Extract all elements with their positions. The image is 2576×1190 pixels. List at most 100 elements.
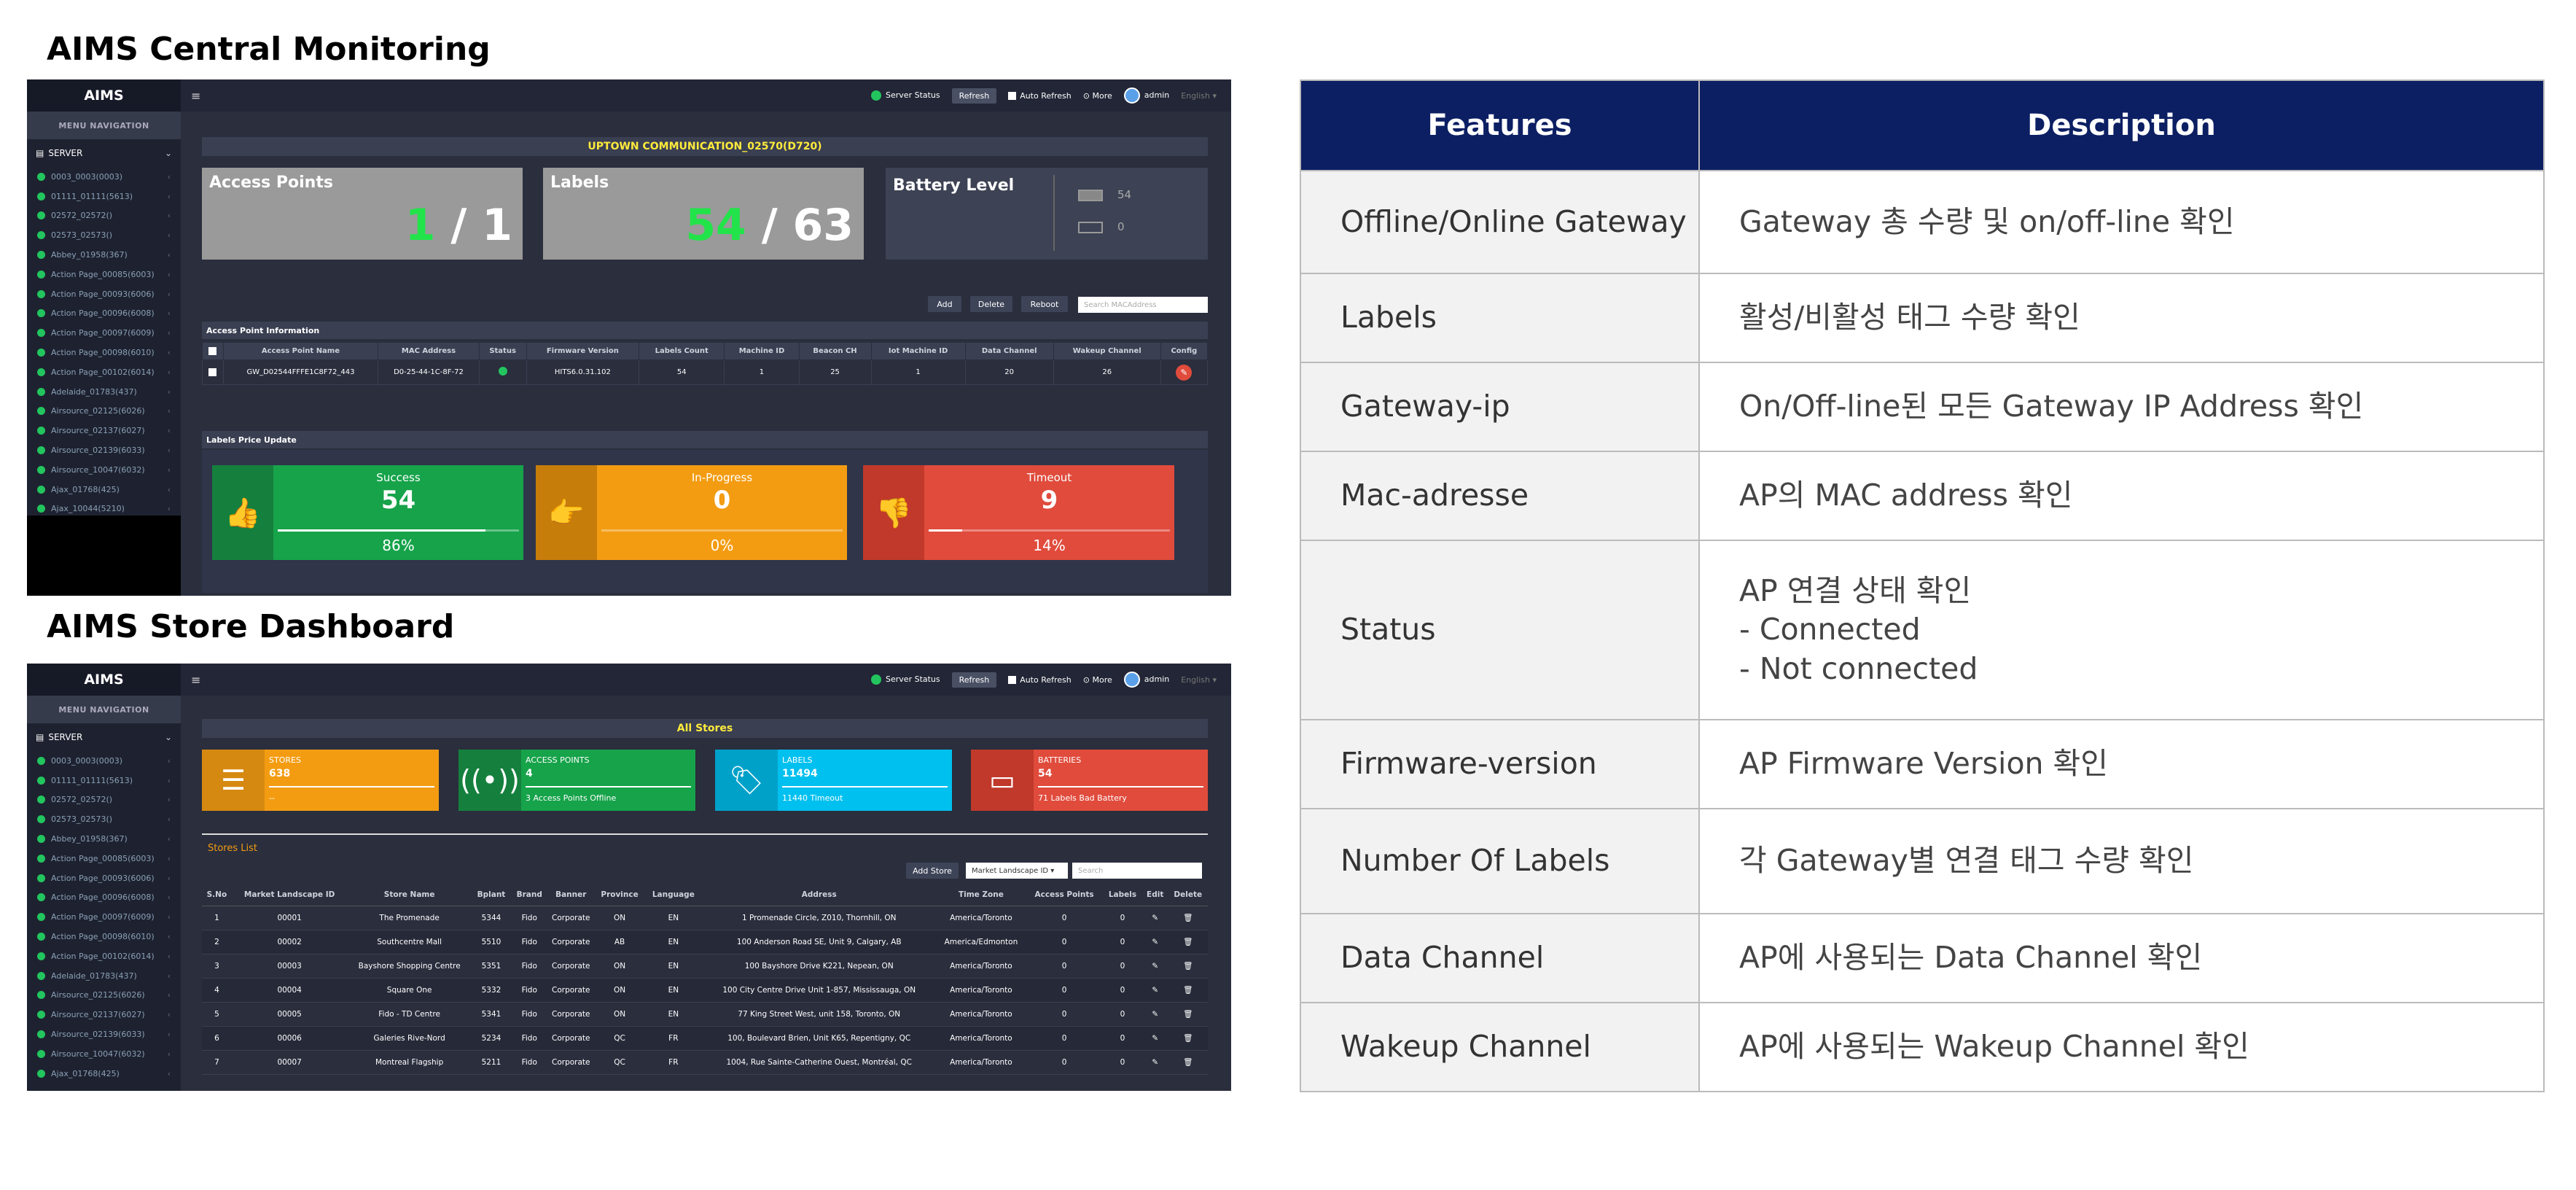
summary-card-stores[interactable]: ☰ STORES 638 -- (202, 750, 439, 811)
server-dropdown[interactable]: ▤ SERVER ⌄ (27, 723, 181, 751)
edit-icon[interactable]: ✎ (1152, 1010, 1158, 1019)
edit-icon[interactable]: ✎ (1152, 986, 1158, 995)
checkbox-icon[interactable] (1008, 676, 1017, 684)
table-row[interactable]: GW_D02544FFFE1C8F72_443 D0-25-44-1C-8F-72… (202, 359, 1209, 385)
sidebar-item[interactable]: Action Page_00098(6010) ‹ (27, 343, 181, 362)
trash-icon[interactable]: 🗑 (1183, 1034, 1193, 1043)
sidebar-item[interactable]: Airsource_02125(6026) ‹ (27, 402, 181, 421)
row-checkbox[interactable] (202, 359, 224, 385)
more-menu[interactable]: ⊙ More (1083, 675, 1112, 685)
store-search-input[interactable]: Search (1072, 863, 1202, 879)
reboot-button[interactable]: Reboot (1021, 296, 1068, 312)
edit-icon[interactable]: ✎ (1152, 962, 1158, 971)
sidebar-item[interactable]: 02572_02572() ‹ (27, 790, 181, 810)
sidebar-item[interactable]: Action Page_00085(6003) ‹ (27, 849, 181, 868)
trash-icon[interactable]: 🗑 (1183, 1010, 1193, 1019)
summary-card-batteries[interactable]: ▭ BATTERIES 54 71 Labels Bad Battery (971, 750, 1208, 811)
table-row[interactable]: 7 00007 Montreal Flagship 5211 Fido Corporate… (202, 1050, 1208, 1075)
server-dropdown[interactable]: ▤ SERVER ⌄ (27, 139, 181, 167)
sidebar-item[interactable]: Action Page_00102(6014) ‹ (27, 946, 181, 966)
add-button[interactable]: Add (928, 296, 961, 312)
app-logo[interactable]: AIMS (27, 79, 181, 112)
sidebar-item[interactable]: Airsource_02125(6026) ‹ (27, 986, 181, 1006)
table-cell: Fido (511, 1026, 548, 1051)
trash-icon[interactable]: 🗑 (1183, 962, 1193, 971)
labels-label: Labels (550, 174, 609, 192)
sidebar-item[interactable]: Ajax_01768(425) ‹ (27, 1064, 181, 1084)
features-table: Features Description Offline/Online Gate… (1300, 79, 2545, 1092)
sidebar-item[interactable]: 02573_02573() ‹ (27, 225, 181, 245)
app-logo[interactable]: AIMS (27, 664, 181, 696)
sidebar-item[interactable]: Abbey_01958(367) ‹ (27, 245, 181, 265)
auto-refresh-toggle[interactable]: Auto Refresh (1008, 675, 1072, 685)
topbar: ≡ Server Status Refresh Auto Refresh ⊙ M… (181, 664, 1231, 696)
auto-refresh-toggle[interactable]: Auto Refresh (1008, 91, 1072, 101)
table-row[interactable]: 2 00002 Southcentre Mall 5510 Fido Corporate A… (202, 930, 1208, 954)
table-row[interactable]: 4 00004 Square One 5332 Fido Corporate ON EN 100… (202, 978, 1208, 1003)
sidebar-item[interactable]: Airsource_10047(6032) ‹ (27, 460, 181, 480)
status-dot-icon (37, 211, 45, 220)
language-select[interactable]: English ▾ (1181, 91, 1217, 101)
add-store-button[interactable]: Add Store (906, 863, 959, 879)
mac-search-input[interactable]: Search MACAddress (1078, 297, 1208, 313)
edit-icon[interactable]: ✎ (1152, 938, 1158, 946)
table-row[interactable]: 5 00005 Fido - TD Centre 5341 Fido Corporate O… (202, 1002, 1208, 1027)
more-menu[interactable]: ⊙ More (1083, 91, 1112, 101)
trash-icon[interactable]: 🗑 (1183, 938, 1193, 946)
refresh-button[interactable]: Refresh (951, 672, 997, 688)
sidebar-item[interactable]: Action Page_00096(6008) ‹ (27, 888, 181, 908)
user-menu[interactable]: admin (1123, 672, 1169, 688)
sidebar-item[interactable]: Adelaide_01783(437) ‹ (27, 382, 181, 402)
sidebar-item[interactable]: Abbey_01958(367) ‹ (27, 829, 181, 849)
card-value: 54 (1038, 768, 1053, 779)
delete-button[interactable]: Delete (970, 296, 1012, 312)
sidebar-item[interactable]: Action Page_00097(6009) ‹ (27, 907, 181, 927)
sidebar-item[interactable]: 02572_02572() ‹ (27, 206, 181, 226)
sidebar-item[interactable]: Action Page_00098(6010) ‹ (27, 927, 181, 946)
sidebar-item[interactable]: 0003_0003(0003) ‹ (27, 751, 181, 771)
status-dot-icon (37, 505, 45, 513)
edit-icon[interactable]: ✎ (1152, 1058, 1158, 1067)
sidebar-item[interactable]: Ajax_01768(425) ‹ (27, 480, 181, 499)
summary-card-access-points[interactable]: ((•)) ACCESS POINTS 4 3 Access Points Offli… (458, 750, 695, 811)
sidebar-item[interactable]: Airsource_02137(6027) ‹ (27, 421, 181, 440)
sidebar-item[interactable]: 01111_01111(5613) ‹ (27, 187, 181, 206)
edit-icon[interactable]: ✎ (1152, 914, 1158, 922)
sidebar-item[interactable]: 02573_02573() ‹ (27, 809, 181, 829)
chevron-left-icon: ‹ (167, 1010, 171, 1020)
sidebar-item[interactable]: Airsource_10047(6032) ‹ (27, 1044, 181, 1064)
edit-icon[interactable]: ✎ (1152, 1034, 1158, 1043)
user-menu[interactable]: admin (1123, 88, 1169, 104)
table-row[interactable]: 3 00003 Bayshore Shopping Centre 5351 Fido Co… (202, 954, 1208, 979)
select-all-checkbox[interactable] (202, 342, 224, 360)
summary-card-labels[interactable]: 🏷 LABELS 11494 11440 Timeout (715, 750, 952, 811)
sidebar-item[interactable]: Airsource_02139(6033) ‹ (27, 440, 181, 460)
sidebar-item[interactable]: Action Page_00097(6009) ‹ (27, 323, 181, 343)
trash-icon[interactable]: 🗑 (1183, 986, 1193, 995)
refresh-button[interactable]: Refresh (951, 88, 997, 104)
table-row[interactable]: 1 00001 The Promenade 5344 Fido Corporate ON EN… (202, 906, 1208, 930)
sidebar-item[interactable]: 0003_0003(0003) ‹ (27, 167, 181, 187)
table-cell: GW_D02544FFFE1C8F72_443 (222, 359, 379, 385)
status-dot-icon (37, 1049, 45, 1058)
table-cell: America/Toronto (936, 978, 1026, 1003)
sidebar-item[interactable]: Airsource_02139(6033) ‹ (27, 1024, 181, 1044)
sidebar-item[interactable]: 01111_01111(5613) ‹ (27, 771, 181, 790)
language-select[interactable]: English ▾ (1181, 675, 1217, 685)
sidebar-item[interactable]: Action Page_00102(6014) ‹ (27, 362, 181, 382)
checkbox-icon[interactable] (1008, 92, 1017, 100)
market-landscape-select[interactable]: Market Landscape ID ▾ (966, 863, 1068, 879)
sidebar-item[interactable]: Action Page_00093(6006) ‹ (27, 868, 181, 888)
sidebar-item[interactable]: Action Page_00096(6008) ‹ (27, 304, 181, 324)
trash-icon[interactable]: 🗑 (1183, 914, 1193, 922)
sidebar-item[interactable]: Airsource_02137(6027) ‹ (27, 1005, 181, 1024)
hamburger-menu-icon[interactable]: ≡ (191, 673, 200, 687)
sidebar-item[interactable]: Adelaide_01783(437) ‹ (27, 966, 181, 986)
sidebar-item[interactable]: Action Page_00093(6006) ‹ (27, 284, 181, 304)
sidebar-item[interactable]: Action Page_00085(6003) ‹ (27, 265, 181, 284)
trash-icon[interactable]: 🗑 (1183, 1058, 1193, 1067)
config-button-icon[interactable]: ✎ (1176, 364, 1193, 381)
table-row[interactable]: 6 00006 Galeries Rive-Nord 5234 Fido Corporat… (202, 1026, 1208, 1051)
kpi-success-card: 👍 Success 54 86% (212, 465, 523, 560)
hamburger-menu-icon[interactable]: ≡ (191, 89, 200, 103)
